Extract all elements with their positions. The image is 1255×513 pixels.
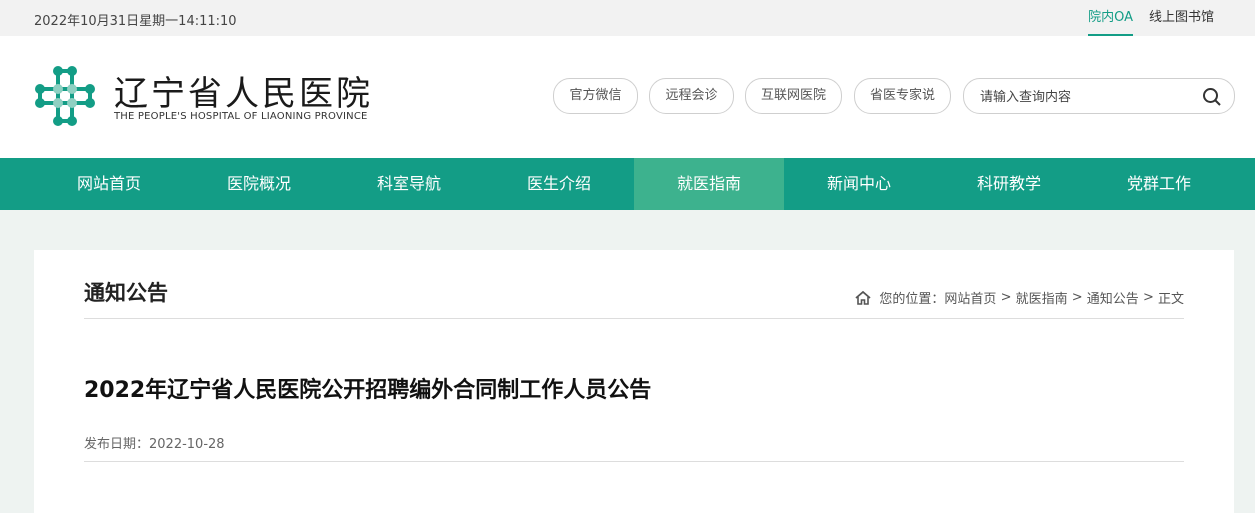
hospital-name-en: THE PEOPLE'S HOSPITAL OF LIAONING PROVIN… bbox=[114, 111, 368, 122]
main-nav: 网站首页 医院概况 科室导航 医生介绍 就医指南 新闻中心 科研教学 党群工作 bbox=[0, 158, 1255, 210]
nav-item-research[interactable]: 科研教学 bbox=[934, 158, 1084, 210]
top-bar: 2022年10月31日星期一14:11:10 院内OA 线上图书馆 bbox=[0, 0, 1255, 36]
breadcrumb-prefix: 您的位置： bbox=[879, 292, 945, 307]
nav-item-home[interactable]: 网站首页 bbox=[34, 158, 184, 210]
remote-consultation-button[interactable]: 远程会诊 bbox=[649, 78, 734, 114]
search-input[interactable] bbox=[978, 87, 1192, 107]
hospital-logo-icon[interactable] bbox=[34, 65, 96, 127]
nav-item-departments[interactable]: 科室导航 bbox=[334, 158, 484, 210]
official-wechat-button[interactable]: 官方微信 bbox=[553, 78, 638, 114]
home-icon bbox=[855, 290, 871, 305]
breadcrumb-separator: > bbox=[996, 290, 1016, 305]
breadcrumb-home[interactable]: 网站首页 bbox=[944, 288, 996, 307]
search-box bbox=[963, 78, 1235, 114]
oa-link[interactable]: 院内OA bbox=[1088, 0, 1133, 36]
nav-item-party[interactable]: 党群工作 bbox=[1084, 158, 1234, 210]
breadcrumb-separator: > bbox=[1138, 290, 1158, 305]
divider bbox=[84, 318, 1184, 319]
content-card: 通知公告 您的位置： 网站首页 > 就医指南 > 通知公告 > 正文 2022年… bbox=[34, 250, 1234, 513]
breadcrumb-patient-guide[interactable]: 就医指南 bbox=[1016, 288, 1068, 307]
hospital-name-cn[interactable]: 辽宁省人民医院 bbox=[114, 66, 373, 115]
breadcrumb: 您的位置： 网站首页 > 就医指南 > 通知公告 > 正文 bbox=[855, 288, 1184, 307]
breadcrumb-separator: > bbox=[1067, 290, 1087, 305]
nav-item-patient-guide[interactable]: 就医指南 bbox=[634, 158, 784, 210]
current-datetime: 2022年10月31日星期一14:11:10 bbox=[34, 14, 237, 29]
site-header: 辽宁省人民医院 THE PEOPLE'S HOSPITAL OF LIAONIN… bbox=[0, 36, 1255, 158]
article-title: 2022年辽宁省人民医院公开招聘编外合同制工作人员公告 bbox=[84, 378, 652, 403]
internet-hospital-button[interactable]: 互联网医院 bbox=[745, 78, 842, 114]
publish-date: 发布日期：2022-10-28 bbox=[84, 437, 225, 452]
nav-item-news[interactable]: 新闻中心 bbox=[784, 158, 934, 210]
search-icon[interactable] bbox=[1202, 87, 1222, 107]
section-title: 通知公告 bbox=[84, 281, 168, 305]
top-links: 院内OA 线上图书馆 bbox=[1072, 0, 1214, 36]
nav-item-about[interactable]: 医院概况 bbox=[184, 158, 334, 210]
nav-item-doctors[interactable]: 医生介绍 bbox=[484, 158, 634, 210]
breadcrumb-notices[interactable]: 通知公告 bbox=[1087, 288, 1139, 307]
expert-talk-button[interactable]: 省医专家说 bbox=[854, 78, 951, 114]
breadcrumb-current: 正文 bbox=[1157, 292, 1184, 307]
divider bbox=[84, 461, 1184, 462]
online-library-link[interactable]: 线上图书馆 bbox=[1149, 0, 1214, 34]
